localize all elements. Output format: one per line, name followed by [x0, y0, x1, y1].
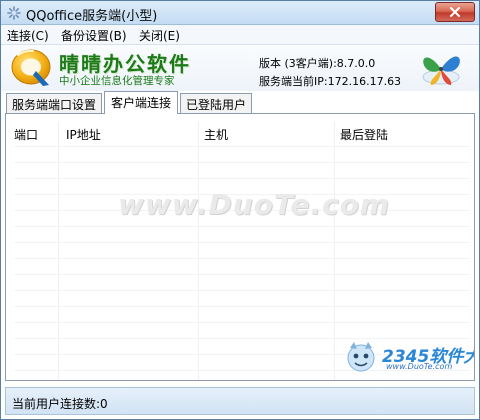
- menu-bar: 连接(C) 备份设置(B) 关闭(E): [1, 25, 479, 45]
- column-header-port[interactable]: 端口: [14, 126, 38, 143]
- tab-logged-in-users[interactable]: 已登陆用户: [180, 93, 252, 113]
- tab-client-connections[interactable]: 客户端连接: [104, 91, 178, 114]
- column-divider: [198, 122, 199, 380]
- row-divider: [14, 242, 470, 243]
- tab-label: 客户端连接: [110, 96, 171, 110]
- column-divider: [334, 122, 335, 380]
- row-divider: [14, 162, 470, 163]
- title-bar[interactable]: QQoffice服务端(小型): [1, 1, 479, 25]
- row-divider: [14, 178, 470, 179]
- row-divider: [14, 146, 470, 147]
- row-divider: [14, 290, 470, 291]
- menu-connect[interactable]: 连接(C): [7, 27, 49, 44]
- header-banner: 晴晴办公软件 中小企业信息化管理专家 版本 (3客户端):8.7.0.0 服务端…: [1, 45, 479, 91]
- mascot-icon: [347, 342, 375, 372]
- badge-url-text: www.DuoTe.com: [386, 362, 453, 371]
- close-icon: [450, 7, 460, 17]
- close-button[interactable]: [435, 2, 475, 22]
- menu-close[interactable]: 关闭(E): [139, 27, 180, 44]
- site-badge: 2345软件大全 www.DuoTe.com: [342, 338, 474, 378]
- app-window: QQoffice服务端(小型) 连接(C) 备份设置(B) 关闭(E) 晴晴办公…: [0, 0, 480, 420]
- window-title: QQoffice服务端(小型): [26, 9, 158, 24]
- connection-list[interactable]: 端口 IP地址 主机 最后登陆 www.DuoTe.com 2345软件 www…: [5, 113, 475, 381]
- tab-label: 服务端端口设置: [11, 98, 96, 112]
- tab-server-port-settings[interactable]: 服务端端口设置: [6, 93, 102, 113]
- list-header: 端口 IP地址 主机 最后登陆: [6, 114, 474, 148]
- menu-backup-settings[interactable]: 备份设置(B): [61, 27, 127, 44]
- butterfly-logo-icon: [422, 56, 460, 85]
- status-bar: 当前用户连接数:0: [5, 387, 475, 415]
- connection-count-status: 当前用户连接数:0: [12, 397, 108, 411]
- column-header-host[interactable]: 主机: [204, 126, 228, 143]
- version-info: 版本 (3客户端):8.7.0.0: [259, 57, 376, 70]
- site-watermark: www.DuoTe.com: [118, 188, 390, 221]
- column-divider: [58, 122, 59, 380]
- row-divider: [14, 306, 470, 307]
- app-icon: [7, 6, 21, 20]
- row-divider: [14, 274, 470, 275]
- column-header-ip-address[interactable]: IP地址: [66, 126, 101, 143]
- q-logo-icon: [11, 49, 51, 86]
- column-header-last-login[interactable]: 最后登陆: [340, 126, 388, 143]
- row-divider: [14, 226, 470, 227]
- brand-slogan: 中小企业信息化管理专家: [59, 75, 175, 87]
- tab-strip: 服务端端口设置 客户端连接 已登陆用户: [1, 91, 479, 114]
- tab-label: 已登陆用户: [185, 98, 246, 112]
- server-ip-info: 服务端当前IP:172.16.17.63: [259, 75, 402, 88]
- row-divider: [14, 322, 470, 323]
- row-divider: [14, 258, 470, 259]
